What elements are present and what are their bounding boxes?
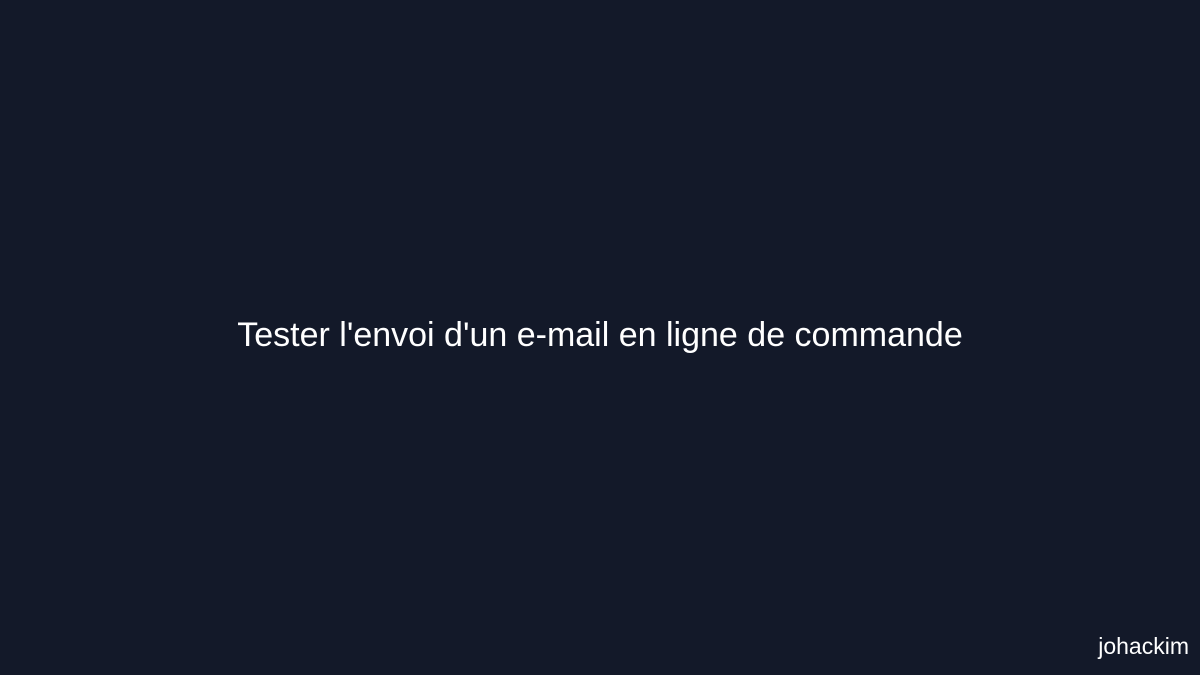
author-signature: johackim [1098, 633, 1189, 659]
title-card: Tester l'envoi d'un e-mail en ligne de c… [0, 0, 1200, 675]
page-title: Tester l'envoi d'un e-mail en ligne de c… [237, 316, 963, 354]
